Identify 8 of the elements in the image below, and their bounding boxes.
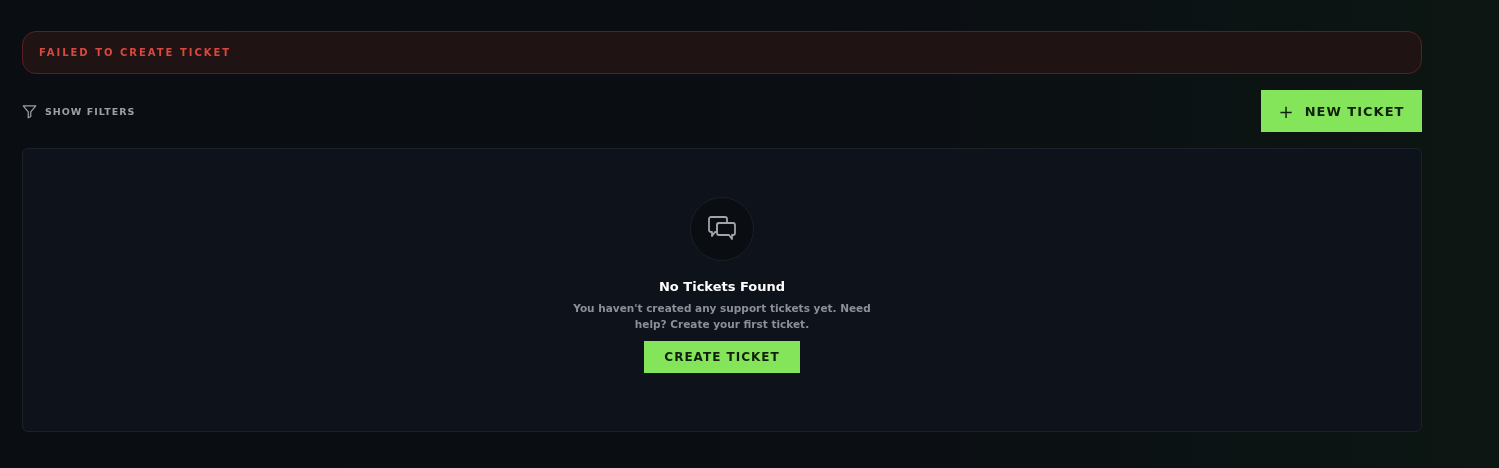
error-message: FAILED TO CREATE TICKET [39,47,232,58]
create-ticket-button[interactable]: CREATE TICKET [644,341,800,373]
new-ticket-button[interactable]: + NEW TICKET [1261,90,1422,132]
empty-state-title: No Tickets Found [658,279,786,294]
show-filters-button[interactable]: SHOW FILTERS [22,103,136,119]
empty-state-description: You haven't created any support tickets yet. Need help? Create your first ticket. [572,301,872,332]
filter-icon [22,103,37,119]
chat-bubbles-icon [707,215,737,243]
